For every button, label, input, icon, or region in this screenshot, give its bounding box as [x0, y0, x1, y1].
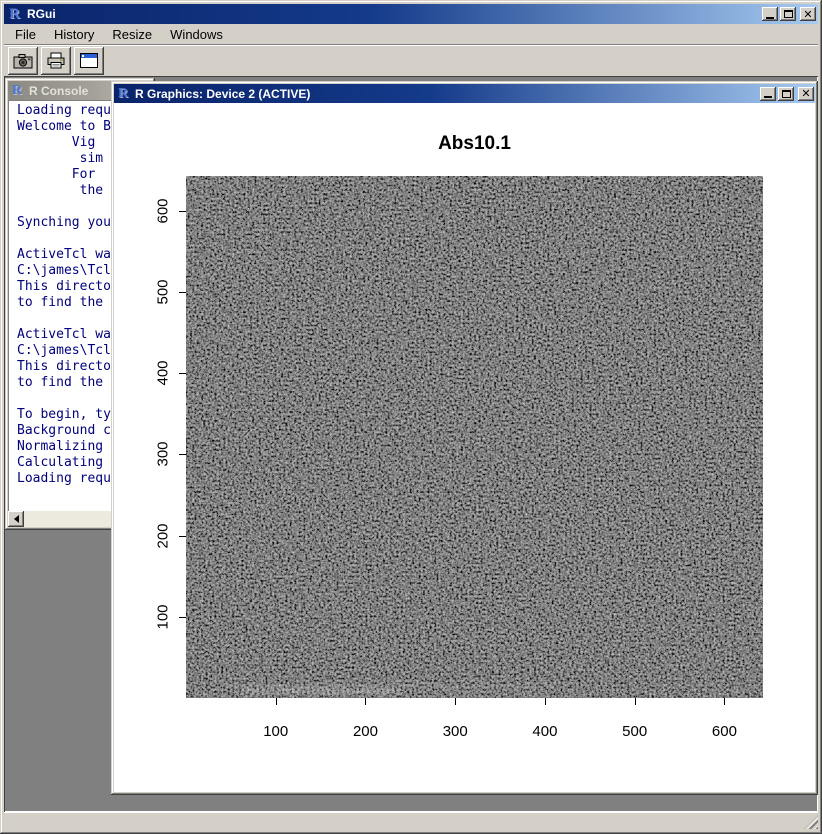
x-axis-tick-label: 400	[532, 723, 557, 740]
plot-area: Abs10.1	[114, 103, 815, 792]
x-axis-tick-label: 300	[443, 723, 468, 740]
close-icon: ✕	[801, 88, 810, 99]
y-axis-tick	[179, 617, 186, 618]
maximize-icon	[782, 90, 791, 98]
y-axis-tick	[179, 373, 186, 374]
print-button[interactable]	[41, 47, 71, 75]
x-axis-tick	[724, 698, 725, 705]
x-axis-tick-label: 600	[712, 723, 737, 740]
x-axis-tick-label: 100	[263, 723, 288, 740]
x-axis-tick	[635, 698, 636, 705]
y-axis-tick	[179, 536, 186, 537]
resize-grip[interactable]	[804, 815, 818, 829]
chip-bottom-dotted-edge	[198, 690, 752, 691]
status-bar	[4, 812, 818, 830]
main-window-title: RGui	[27, 7, 56, 21]
x-axis-tick-label: 500	[622, 723, 647, 740]
graphics-titlebar[interactable]: R R Graphics: Device 2 (ACTIVE) ✕	[114, 84, 815, 103]
main-titlebar[interactable]: R RGui ✕	[4, 4, 818, 24]
y-axis-tick-label: 600	[155, 198, 172, 223]
microarray-image	[186, 176, 763, 698]
printer-icon	[46, 52, 66, 69]
camera-icon	[13, 53, 33, 69]
menu-history[interactable]: History	[45, 25, 103, 44]
minimize-button[interactable]	[762, 7, 778, 21]
camera-button[interactable]	[8, 47, 38, 75]
y-axis-tick-label: 300	[155, 442, 172, 467]
y-axis-tick-label: 100	[155, 604, 172, 629]
x-axis-tick-label: 200	[353, 723, 378, 740]
minimize-icon	[764, 96, 772, 98]
graphics-close-button[interactable]: ✕	[798, 87, 814, 101]
rgui-main-window: R RGui ✕ File History Resize Windows	[0, 0, 822, 834]
scroll-left-button[interactable]	[8, 511, 24, 527]
maximize-button[interactable]	[780, 7, 796, 21]
left-arrow-icon	[10, 515, 19, 523]
y-axis-tick	[179, 292, 186, 293]
menu-windows[interactable]: Windows	[161, 25, 232, 44]
menu-bar: File History Resize Windows	[4, 24, 818, 44]
r-graphics-window: R R Graphics: Device 2 (ACTIVE) ✕ Abs10.…	[111, 81, 818, 795]
minimize-icon	[766, 17, 774, 19]
graphics-minimize-button[interactable]	[760, 87, 776, 101]
x-axis-tick	[365, 698, 366, 705]
x-axis-tick	[455, 698, 456, 705]
x-axis-tick	[545, 698, 546, 705]
toolbar	[4, 44, 818, 76]
microarray-noise-texture	[186, 176, 763, 698]
console-window-button[interactable]	[74, 47, 104, 75]
console-window-icon	[80, 53, 98, 68]
y-axis-tick	[179, 211, 186, 212]
y-axis-tick-label: 500	[155, 280, 172, 305]
graphics-maximize-button[interactable]	[778, 87, 794, 101]
y-axis-tick	[179, 454, 186, 455]
chip-glare-streak	[221, 685, 556, 687]
close-button[interactable]: ✕	[800, 7, 816, 21]
graphics-title: R Graphics: Device 2 (ACTIVE)	[135, 87, 310, 101]
plot-title: Abs10.1	[186, 133, 763, 155]
menu-file[interactable]: File	[6, 25, 45, 44]
r-logo-icon: R	[115, 86, 131, 102]
y-axis-tick-label: 400	[155, 361, 172, 386]
y-axis-tick-label: 200	[155, 523, 172, 548]
console-title: R Console	[29, 84, 88, 98]
close-icon: ✕	[803, 9, 812, 20]
x-axis-tick	[276, 698, 277, 705]
chip-etched-label	[242, 688, 402, 694]
mdi-workspace: R R Console Loading requWelcome to B Vig…	[4, 76, 818, 812]
r-logo-icon: R	[6, 6, 23, 22]
menu-resize[interactable]: Resize	[103, 25, 161, 44]
r-logo-icon: R	[9, 83, 25, 99]
maximize-icon	[784, 10, 793, 18]
